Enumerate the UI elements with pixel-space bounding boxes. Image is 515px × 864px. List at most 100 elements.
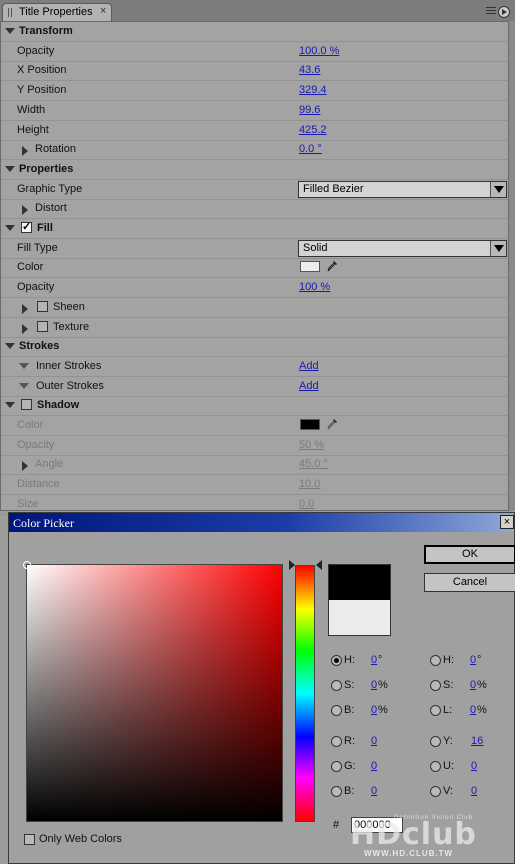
hsl-h-label: H: <box>443 654 454 666</box>
expand-triangle-icon[interactable] <box>22 303 28 314</box>
dialog-title-bar[interactable]: Color Picker × <box>9 513 514 532</box>
close-icon[interactable]: × <box>100 5 106 17</box>
property-value[interactable]: 0.0 ° <box>299 143 322 155</box>
color-swatch[interactable] <box>300 419 320 430</box>
property-label: Sheen <box>53 300 85 313</box>
eyedropper-icon[interactable] <box>326 418 338 430</box>
radio-hsb-b[interactable] <box>331 705 342 716</box>
radio-yuv-u[interactable] <box>430 761 441 772</box>
expand-triangle-icon[interactable] <box>22 146 28 157</box>
dialog-title: Color Picker <box>13 516 74 530</box>
property-value[interactable]: 99.6 <box>299 104 320 116</box>
menu-lines-icon <box>486 7 496 16</box>
yuv-v-label: V: <box>443 785 453 797</box>
tab-label: Title Properties <box>19 6 93 18</box>
radio-yuv-y[interactable] <box>430 736 441 747</box>
yuv-v-value[interactable]: 0 <box>471 785 477 797</box>
radio-hsl-h[interactable] <box>430 655 441 666</box>
expand-triangle-icon[interactable] <box>5 343 15 350</box>
radio-rgb-b[interactable] <box>331 786 342 797</box>
yuv-y-value[interactable]: 16 <box>471 735 483 747</box>
add-stroke-link[interactable]: Add <box>299 360 319 372</box>
color-swatch[interactable] <box>300 261 320 273</box>
expand-triangle-icon[interactable] <box>22 461 28 472</box>
hsl-h-value[interactable]: 0 <box>470 654 476 666</box>
radio-rgb-g[interactable] <box>331 761 342 772</box>
prop-row-outer-strokes: Outer Strokes Add <box>1 377 508 397</box>
fill-type-dropdown[interactable]: Solid <box>298 239 507 257</box>
cancel-button[interactable]: Cancel <box>424 573 515 592</box>
property-label: Outer Strokes <box>36 379 104 392</box>
hue-pointer-right-icon[interactable] <box>316 560 322 570</box>
graphic-type-dropdown[interactable]: Filled Bezier <box>298 180 507 198</box>
expand-triangle-icon[interactable] <box>22 205 28 216</box>
texture-checkbox[interactable] <box>37 320 48 332</box>
watermark-url: WWW.HD.CLUB.TW <box>364 849 454 858</box>
only-web-colors-checkbox[interactable] <box>24 834 35 845</box>
property-value[interactable]: 425.2 <box>299 124 327 136</box>
panel-menu-button[interactable] <box>486 4 512 19</box>
rgb-r-value[interactable]: 0 <box>371 735 377 747</box>
hsb-s-value[interactable]: 0 <box>371 679 377 691</box>
expand-triangle-icon[interactable] <box>22 323 28 334</box>
hsb-h-value[interactable]: 0 <box>371 654 377 666</box>
expand-triangle-icon[interactable] <box>5 402 15 409</box>
property-value[interactable]: 50 % <box>299 439 324 451</box>
radio-rgb-r[interactable] <box>331 736 342 747</box>
hsb-h-label: H: <box>344 654 355 666</box>
shadow-checkbox[interactable] <box>21 399 32 411</box>
close-icon[interactable]: × <box>500 515 514 529</box>
add-stroke-link[interactable]: Add <box>299 380 319 392</box>
hsl-l-label: L: <box>443 704 453 716</box>
hsb-s-unit: % <box>378 679 388 691</box>
radio-hsl-s[interactable] <box>430 680 441 691</box>
expand-triangle-icon[interactable] <box>19 382 29 389</box>
expand-triangle-icon[interactable] <box>5 225 15 231</box>
eyedropper-icon[interactable] <box>326 260 338 272</box>
property-value[interactable]: 100 % <box>299 281 330 293</box>
property-label: Inner Strokes <box>36 359 102 372</box>
hsb-b-value[interactable]: 0 <box>371 704 377 716</box>
prop-row-shadow: Shadow <box>1 396 508 417</box>
tab-title-properties[interactable]: Title Properties × <box>2 3 112 21</box>
radio-hsb-h[interactable] <box>331 655 342 666</box>
expand-triangle-icon[interactable] <box>5 28 15 34</box>
hsl-l-value[interactable]: 0 <box>470 704 476 716</box>
rgb-r-label: R: <box>344 735 355 747</box>
rgb-b-value[interactable]: 0 <box>371 785 377 797</box>
property-label: Rotation <box>35 143 76 156</box>
rgb-g-value[interactable]: 0 <box>371 760 377 772</box>
property-value[interactable]: 43.6 <box>299 64 320 76</box>
radio-yuv-v[interactable] <box>430 786 441 797</box>
sheen-checkbox[interactable] <box>37 300 48 312</box>
hsb-b-unit: % <box>378 704 388 716</box>
chevron-down-icon <box>490 240 506 256</box>
yuv-u-value[interactable]: 0 <box>471 760 477 772</box>
property-value[interactable]: 10.0 <box>299 478 320 490</box>
radio-hsb-s[interactable] <box>331 680 342 691</box>
hsl-s-value[interactable]: 0 <box>470 679 476 691</box>
rgb-b-label: B: <box>344 785 355 797</box>
prop-row-opacity: Opacity 50 % <box>1 436 508 456</box>
saturation-brightness-field[interactable] <box>26 564 283 822</box>
property-value[interactable]: 100.0 % <box>299 45 339 57</box>
original-color-swatch[interactable] <box>329 600 390 635</box>
expand-triangle-icon[interactable] <box>5 165 15 172</box>
grip-icon[interactable] <box>8 8 14 17</box>
fill-checkbox[interactable] <box>21 220 32 233</box>
radio-hsl-l[interactable] <box>430 705 441 716</box>
ok-button[interactable]: OK <box>424 545 515 564</box>
prop-row-angle: Angle 45.0 ° <box>1 455 508 476</box>
hsb-h-unit: ° <box>378 654 383 666</box>
hue-slider[interactable] <box>295 565 315 822</box>
hue-pointer-left-icon[interactable] <box>289 560 295 570</box>
property-value[interactable]: 329.4 <box>299 84 327 96</box>
property-value[interactable]: 0.0 <box>299 498 314 510</box>
expand-triangle-icon[interactable] <box>19 362 29 369</box>
prop-row-opacity: Opacity 100 % <box>1 278 508 299</box>
panel-scrollbar[interactable] <box>509 21 515 511</box>
color-marker[interactable] <box>23 561 31 569</box>
property-value[interactable]: 45.0 ° <box>299 458 328 470</box>
property-label: Distance <box>17 478 60 491</box>
prop-row-x-position: X Position 43.6 <box>1 61 508 82</box>
